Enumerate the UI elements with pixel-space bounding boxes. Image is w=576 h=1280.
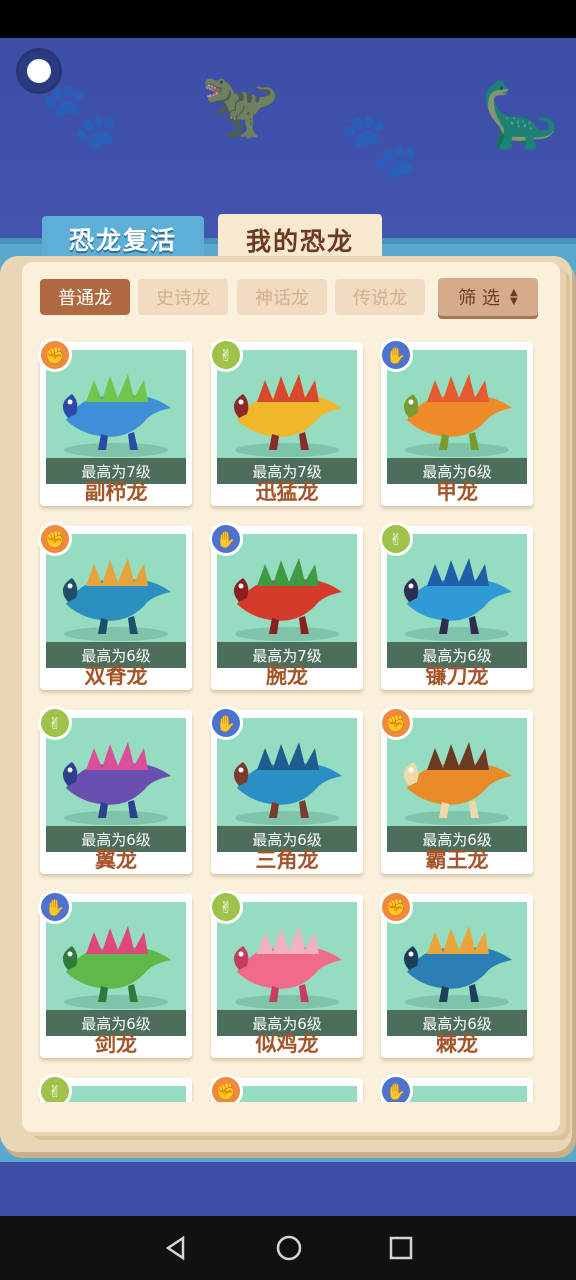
dino-name: 霸王龙 [425, 848, 489, 872]
sort-arrows-icon: ▲ ▼ [510, 287, 518, 307]
paper-hand-icon: ✋ [209, 706, 243, 740]
dino-card[interactable]: ✋ [379, 1074, 533, 1102]
paper-hand-icon: ✋ [379, 1074, 413, 1102]
scissors-hand-icon: ✌ [38, 706, 72, 740]
paper-hand-icon: ✋ [209, 522, 243, 556]
dino-card[interactable]: 最高为6级 镰刀龙 ✌ [379, 522, 533, 690]
circle-icon [27, 59, 51, 83]
dino-name: 棘龙 [436, 1032, 478, 1056]
dino-card[interactable]: 最高为6级 翼龙 ✌ [38, 706, 192, 874]
paper-hand-icon: ✋ [38, 890, 72, 924]
dino-card[interactable]: 最高为6级 霸王龙 ✊ [379, 706, 533, 874]
back-icon[interactable] [163, 1235, 189, 1261]
dino-portrait [46, 534, 186, 658]
dino-portrait [387, 350, 527, 474]
dino-name: 镰刀龙 [425, 664, 489, 688]
dino-card[interactable]: 最高为7级 腕龙 ✋ [209, 522, 363, 690]
scissors-hand-icon: ✌ [379, 522, 413, 556]
dino-card[interactable]: ✊ [209, 1074, 363, 1102]
status-bar [0, 0, 576, 38]
dino-portrait [46, 718, 186, 842]
dino-card-grid: 最高为7级 副栉龙 ✊ 最高为7级 迅猛龙 ✌ 最高为6级 甲龙 ✋ 最高为6级 双脊龙 ✊ 最高为7级… [30, 330, 546, 1102]
scissors-hand-icon: ✌ [38, 1074, 72, 1102]
rock-hand-icon: ✊ [379, 890, 413, 924]
dino-portrait [217, 902, 357, 1026]
dino-card[interactable]: 最高为6级 似鸡龙 ✌ [209, 890, 363, 1058]
dino-card[interactable]: ✌ [38, 1074, 192, 1102]
paw-print-icon: 🐾 [340, 109, 420, 183]
system-nav-bar [0, 1216, 576, 1280]
filter-tab-epic[interactable]: 史诗龙 [138, 279, 228, 315]
dino-portrait [46, 350, 186, 474]
dino-card[interactable]: 最高为7级 副栉龙 ✊ [38, 338, 192, 506]
rock-hand-icon: ✊ [38, 522, 72, 556]
filter-label: 筛 选 [458, 288, 501, 309]
dino-portrait [217, 350, 357, 474]
dino-portrait [217, 534, 357, 658]
dino-name: 迅猛龙 [255, 480, 319, 504]
dino-card[interactable]: 最高为7级 迅猛龙 ✌ [209, 338, 363, 506]
dino-portrait [217, 718, 357, 842]
dino-card[interactable]: 最高为6级 剑龙 ✋ [38, 890, 192, 1058]
filter-tab-mythic[interactable]: 神话龙 [237, 279, 327, 315]
dino-portrait [387, 534, 527, 658]
dino-name: 双脊龙 [84, 664, 148, 688]
rock-hand-icon: ✊ [38, 338, 72, 372]
rock-hand-icon: ✊ [209, 1074, 243, 1102]
scissors-hand-icon: ✌ [209, 890, 243, 924]
footer-background [0, 1162, 576, 1216]
dino-card[interactable]: 最高为6级 棘龙 ✊ [379, 890, 533, 1058]
dino-name: 副栉龙 [84, 480, 148, 504]
recent-apps-icon[interactable] [389, 1236, 413, 1260]
dino-card[interactable]: 最高为6级 甲龙 ✋ [379, 338, 533, 506]
dino-silhouette-icon: 🦖 [200, 69, 280, 143]
dino-name: 剑龙 [95, 1032, 137, 1056]
filter-tab-legendary[interactable]: 传说龙 [335, 279, 425, 315]
dino-card[interactable]: 最高为6级 双脊龙 ✊ [38, 522, 192, 690]
filter-tab-common[interactable]: 普通龙 [40, 279, 130, 315]
dino-name: 三角龙 [255, 848, 319, 872]
scissors-hand-icon: ✌ [209, 338, 243, 372]
dino-silhouette-icon: 🦕 [480, 79, 560, 153]
home-icon[interactable] [275, 1234, 303, 1262]
menu-button[interactable] [16, 48, 62, 94]
dino-portrait [46, 902, 186, 1026]
paper-hand-icon: ✋ [379, 338, 413, 372]
dino-name: 似鸡龙 [255, 1032, 319, 1056]
dino-name: 甲龙 [436, 480, 478, 504]
dino-name: 翼龙 [95, 848, 137, 872]
dino-card[interactable]: 最高为6级 三角龙 ✋ [209, 706, 363, 874]
filter-button[interactable]: 筛 选 ▲ ▼ [438, 278, 538, 316]
rock-hand-icon: ✊ [379, 706, 413, 740]
dino-name: 腕龙 [266, 664, 308, 688]
dino-portrait [387, 902, 527, 1026]
dino-portrait [387, 718, 527, 842]
